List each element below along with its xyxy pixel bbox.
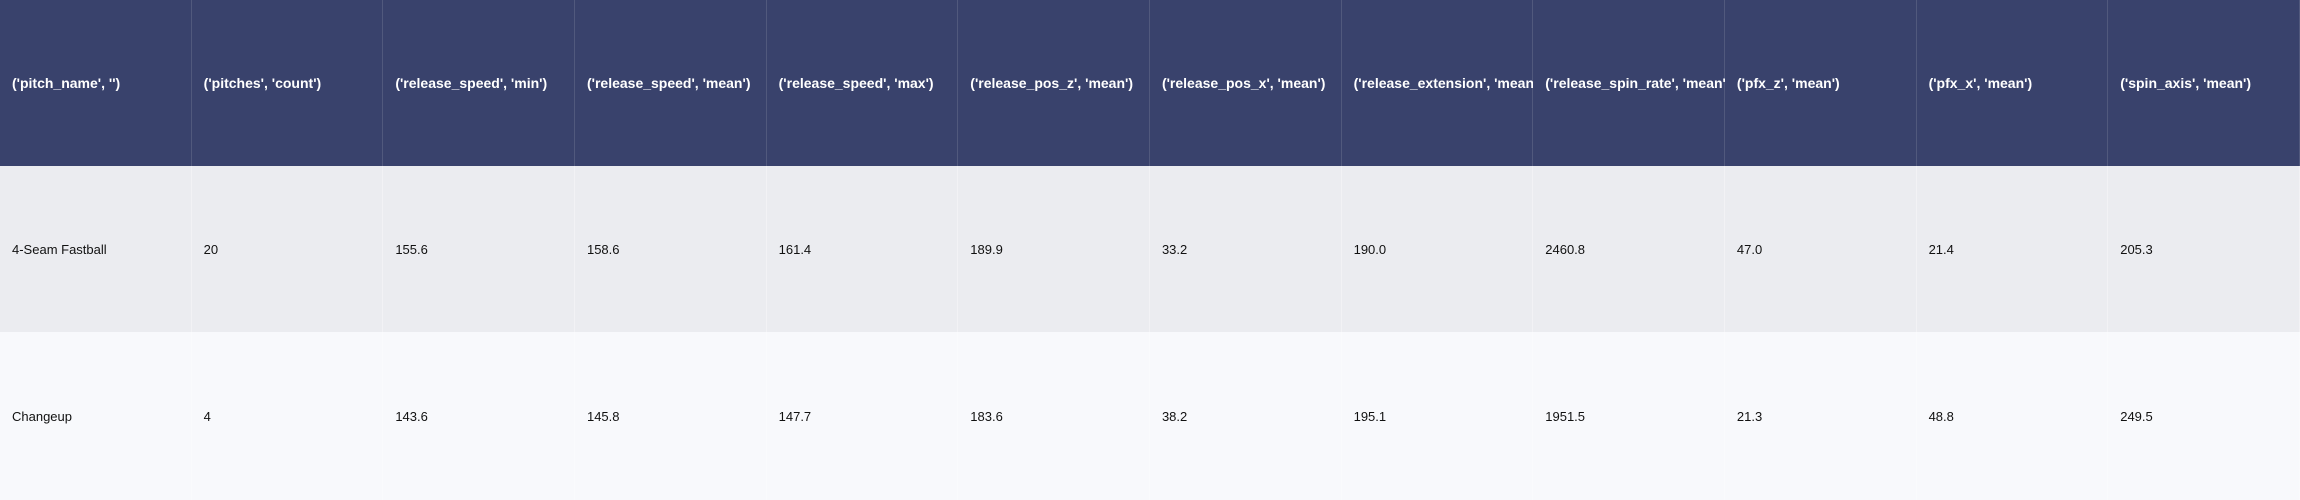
table-cell: 4: [191, 332, 384, 500]
table-cell: 189.9: [958, 166, 1150, 332]
table-cell: 38.2: [1149, 332, 1342, 500]
data-table: ('pitch_name', '') ('pitches', 'count') ('…: [0, 0, 2300, 500]
table-cell: 205.3: [2108, 166, 2300, 332]
table-cell: 20: [191, 166, 384, 332]
table-cell: 145.8: [574, 332, 767, 500]
column-header: ('pfx_z', 'mean'): [1724, 0, 1917, 166]
table-cell: 190.0: [1341, 166, 1534, 332]
table-cell: 195.1: [1341, 332, 1534, 500]
table-cell: 33.2: [1149, 166, 1342, 332]
table-cell: 147.7: [766, 332, 959, 500]
table-cell: 143.6: [383, 332, 575, 500]
table-cell: 2460.8: [1533, 166, 1725, 332]
column-header: ('release_speed', 'min'): [383, 0, 575, 166]
table-cell: 1951.5: [1533, 332, 1725, 500]
table-cell: 21.4: [1916, 166, 2109, 332]
table-cell: 155.6: [383, 166, 575, 332]
column-header: ('release_speed', 'max'): [766, 0, 959, 166]
column-header: ('release_pos_z', 'mean'): [958, 0, 1150, 166]
column-header: ('pitches', 'count'): [191, 0, 384, 166]
table-cell: 249.5: [2108, 332, 2300, 500]
table-cell: 4-Seam Fastball: [0, 166, 192, 332]
column-header: ('release_pos_x', 'mean'): [1149, 0, 1342, 166]
table-cell: 21.3: [1724, 332, 1917, 500]
table-cell: 161.4: [766, 166, 959, 332]
table-cell: 183.6: [958, 332, 1150, 500]
column-header: ('pitch_name', ''): [0, 0, 192, 166]
column-header: ('spin_axis', 'mean'): [2108, 0, 2300, 166]
column-header: ('pfx_x', 'mean'): [1916, 0, 2109, 166]
column-header: ('release_spin_rate', 'mean'): [1533, 0, 1731, 166]
column-header: ('release_speed', 'mean'): [574, 0, 767, 166]
table-cell: 158.6: [574, 166, 767, 332]
table-cell: 48.8: [1916, 332, 2109, 500]
column-header: ('release_extension', 'mean'): [1341, 0, 1542, 166]
table-cell: Changeup: [0, 332, 192, 500]
table-cell: 47.0: [1724, 166, 1917, 332]
